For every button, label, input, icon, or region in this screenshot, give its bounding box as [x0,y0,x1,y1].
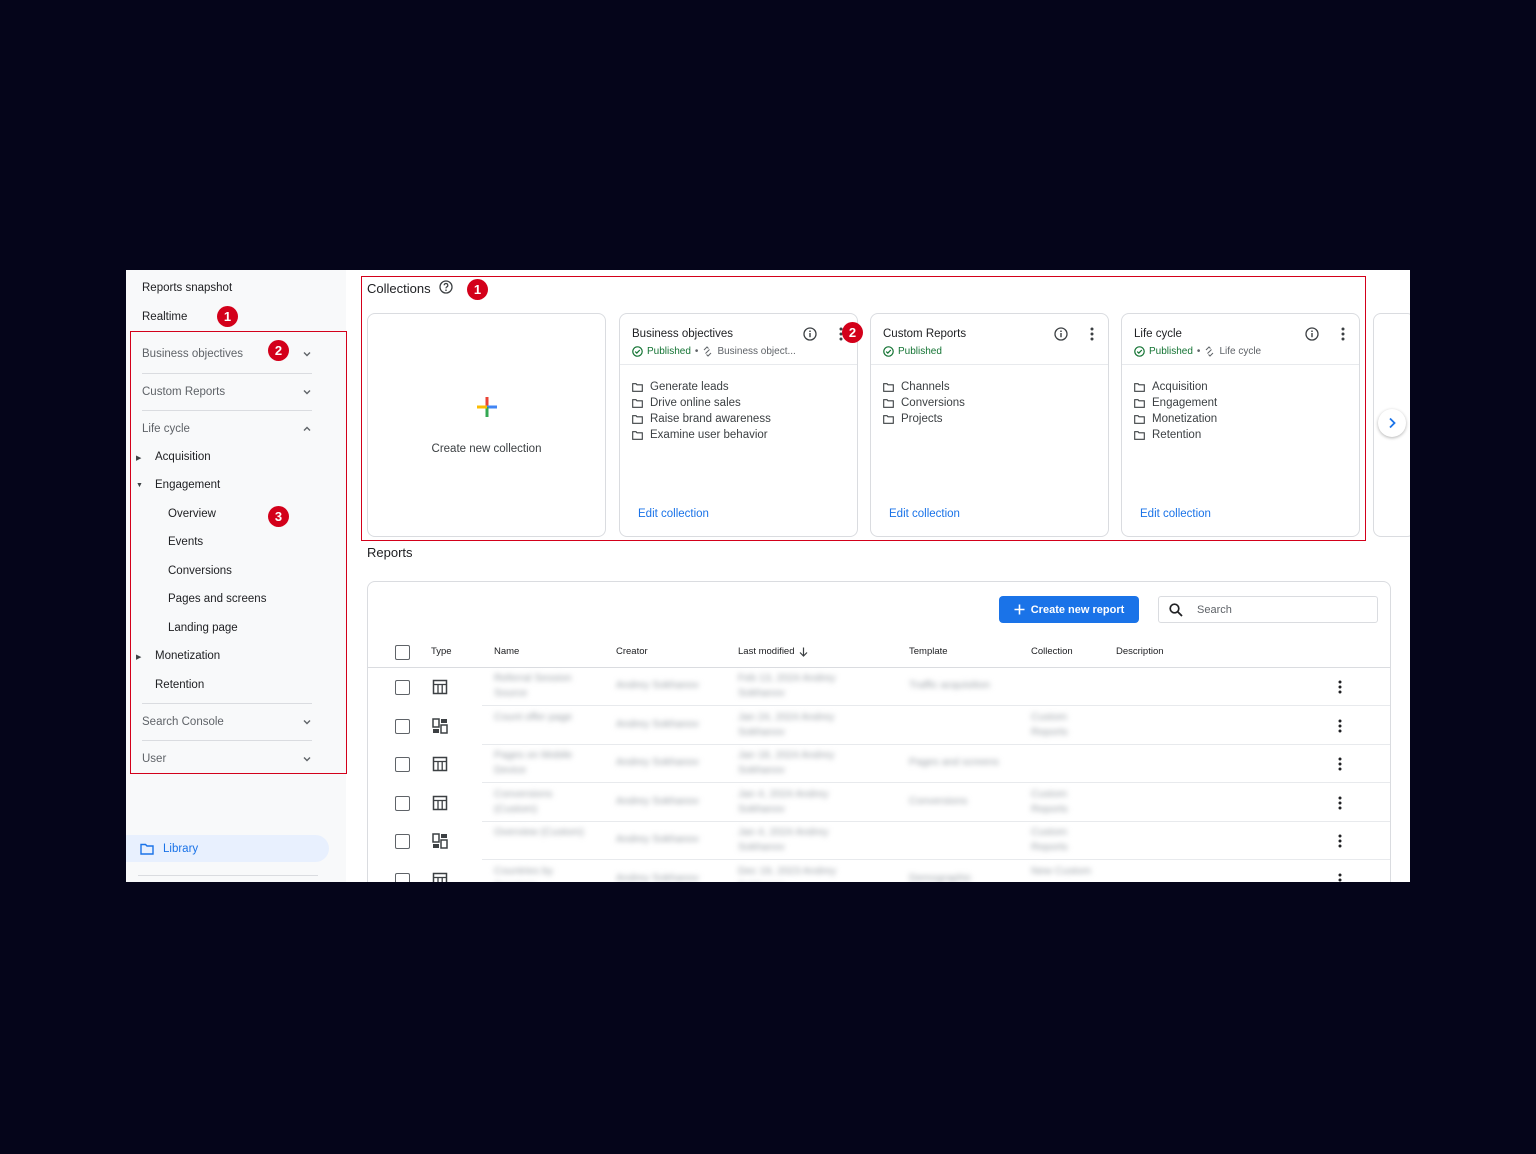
more-vert-icon[interactable] [1338,757,1342,776]
search-placeholder: Search [1197,603,1232,616]
report-template: Conversions [909,794,968,807]
column-header-name[interactable]: Name [494,646,519,657]
chevron-right-icon [1389,417,1396,429]
create-report-label: Create new report [1030,603,1125,616]
more-vert-icon[interactable] [1338,796,1342,815]
more-vert-icon[interactable] [1338,719,1342,738]
annotation-badge: 1 [217,306,238,327]
column-header-label: Last modified [738,646,795,657]
nav-reports-snapshot[interactable]: Reports snapshot [142,282,232,294]
report-name[interactable]: Conversions (Custom) [494,787,589,817]
report-template: Demographic [909,872,972,882]
folder-icon [140,843,154,855]
report-creator: Andrey Sokhanov [616,717,699,730]
table-row[interactable]: Referral Session Source Andrey Sokhanov Fe… [368,668,1390,706]
nav-library[interactable]: Library [126,835,329,862]
report-last-modified: Jan 4, 2024 Andrey Sokhanov [738,787,829,815]
annotation-badge: 2 [268,340,289,361]
analytics-library-page: Reports snapshot Realtime Business objec… [126,270,1410,882]
arrow-down-icon [799,647,807,657]
table-row[interactable]: Conversions (Custom) Andrey Sokhanov Jan 4… [368,784,1390,822]
column-header-collection[interactable]: Collection [1031,646,1073,657]
reports-table-panel: Create new report Search Type Name Creat… [367,581,1391,882]
annotation-box-collections [361,276,1366,541]
annotation-badge: 3 [268,506,289,527]
report-collection: New Custom [1031,865,1092,877]
table-row[interactable]: Count offer page Andrey Sokhanov Jan 24, 2… [368,707,1390,745]
search-input[interactable]: Search [1158,596,1378,623]
table-icon [432,679,448,700]
row-checkbox[interactable] [395,718,410,734]
plus-icon [1014,604,1025,615]
report-name[interactable]: Count offer page [494,710,589,725]
carousel-next-button[interactable] [1378,409,1406,437]
annotation-badge: 2 [842,322,863,343]
report-creator: Andrey Sokhanov [616,679,699,691]
column-header-template[interactable]: Template [909,646,948,657]
report-collection: Custom Reports [1031,826,1068,854]
column-header-creator[interactable]: Creator [616,646,648,657]
report-last-modified: Jan 24, 2024 Andrey Sokhanov [738,710,835,738]
report-creator: Andrey Sokhanov [616,794,699,807]
report-collection: Custom Reports [1031,787,1068,815]
column-header-description[interactable]: Description [1116,646,1164,657]
report-last-modified: Jan 18, 2024 Andrey Sokhanov [738,749,835,777]
reports-heading: Reports [367,545,413,560]
row-checkbox[interactable] [395,834,410,850]
more-vert-icon[interactable] [1338,680,1342,699]
report-last-modified: Jan 4, 2024 Andrey Sokhanov [738,826,829,854]
table-row[interactable]: Countries by Sessions Andrey Sokhanov Dec … [368,861,1390,882]
table-icon [432,872,448,882]
row-checkbox[interactable] [395,795,410,811]
report-creator: Andrey Sokhanov [616,756,699,769]
dashboard-icon [432,717,448,739]
divider [138,875,318,876]
row-checkbox[interactable] [395,757,410,773]
column-header-last-modified[interactable]: Last modified [738,646,808,657]
report-creator: Andrey Sokhanov [616,872,699,882]
nav-realtime[interactable]: Realtime [142,311,187,323]
search-icon [1169,602,1183,617]
report-template: Pages and screens [909,756,999,769]
report-last-modified: Dec 19, 2023 Andrey Sokhanov [738,865,837,882]
report-template: Traffic acquisition [909,679,991,691]
report-name[interactable]: Referral Session Source [494,671,589,701]
report-name[interactable]: Pages on Mobile Device [494,748,589,778]
table-icon [432,756,448,777]
dashboard-icon [432,833,448,854]
report-creator: Andrey Sokhanov [616,833,699,846]
row-checkbox[interactable] [395,873,410,882]
row-checkbox[interactable] [395,680,410,695]
table-row[interactable]: Overview (Custom) Andrey Sokhanov Jan 4, 2… [368,822,1390,861]
report-last-modified: Feb 13, 2024 Andrey Sokhanov [738,672,836,699]
annotation-box-sidebar [130,331,347,774]
table-row[interactable]: Pages on Mobile Device Andrey Sokhanov Jan… [368,745,1390,784]
column-header-type[interactable]: Type [431,646,452,657]
more-vert-icon[interactable] [1338,834,1342,853]
report-name[interactable]: Overview (Custom) [494,825,589,840]
annotation-badge: 1 [467,279,488,300]
report-name[interactable]: Countries by Sessions [494,864,589,882]
select-all-checkbox[interactable] [395,645,410,660]
more-vert-icon[interactable] [1338,873,1342,882]
report-collection: Custom Reports [1031,710,1068,738]
create-report-button[interactable]: Create new report [999,596,1139,623]
table-icon [432,795,448,816]
library-label: Library [163,842,199,855]
